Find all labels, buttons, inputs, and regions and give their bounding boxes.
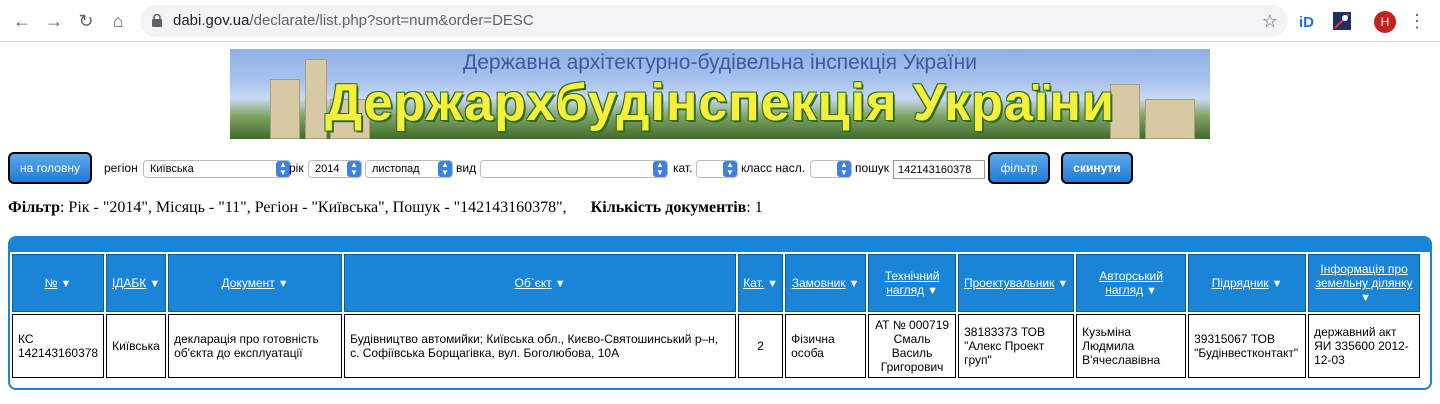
col-header-contractor[interactable]: Підрядник ▼ xyxy=(1188,254,1307,312)
cell-object: Будівництво автомийки; Київська обл., Ки… xyxy=(344,314,737,378)
document-count-value: : 1 xyxy=(746,199,763,216)
forward-icon[interactable]: → xyxy=(42,9,66,33)
select-arrow-icon: ▲ ▼ xyxy=(438,161,452,177)
col-header-designer[interactable]: Проектувальник ▼ xyxy=(958,254,1075,312)
sort-arrow-icon: ▼ xyxy=(848,278,860,290)
bookmark-star-icon[interactable]: ☆ xyxy=(1262,5,1278,37)
col-header-number[interactable]: № ▼ xyxy=(12,254,105,312)
sort-arrow-icon: ▼ xyxy=(277,278,289,290)
col-header-category[interactable]: Кат. ▼ xyxy=(738,254,784,312)
cell-designer: 38183373 ТОВ "Алекс Проект груп" xyxy=(958,314,1075,378)
sort-arrow-icon: ▼ xyxy=(149,278,161,290)
home-icon[interactable]: ⌂ xyxy=(106,9,130,33)
filter-summary: Фільтр: Рік - "2014", Місяць - "11", Рег… xyxy=(8,199,763,217)
menu-kebab-icon[interactable]: ⋮ xyxy=(1408,9,1426,33)
search-label: пошук xyxy=(855,161,890,175)
select-arrow-icon: ▲ ▼ xyxy=(653,161,667,177)
address-bar[interactable]: dabi.gov.ua/declarate/list.php?sort=num&… xyxy=(140,5,1288,37)
cell-author-supervision: Кузьміна Людмила В'ячеславівна xyxy=(1076,314,1187,378)
month-select[interactable]: листопад ▲ ▼ xyxy=(365,160,453,178)
cell-contractor: 39315067 ТОВ "Будінвестконтакт" xyxy=(1188,314,1307,378)
cell-idabk: Київська xyxy=(106,314,167,378)
cell-number: КС 142143160378 xyxy=(12,314,105,378)
lock-icon xyxy=(152,14,162,27)
col-header-technical-supervision[interactable]: Технічний нагляд ▼ xyxy=(868,254,957,312)
url-text: dabi.gov.ua/declarate/list.php?sort=num&… xyxy=(173,12,534,29)
cell-category: 2 xyxy=(738,314,784,378)
results-table: № ▼ ІДАБК ▼ Документ ▼ Об`єкт ▼ Кат. ▼ Замовн… xyxy=(10,252,1422,380)
class-label: класс насл. xyxy=(741,161,806,175)
year-label: рік xyxy=(289,161,304,175)
home-button[interactable]: на головну xyxy=(8,152,92,184)
sort-arrow-icon: ▼ xyxy=(1146,285,1157,297)
region-select[interactable]: Київська ▲ ▼ xyxy=(143,160,291,178)
category-label: кат. xyxy=(673,161,693,175)
filter-form: на головну регіон Київська ▲ ▼ рік 2014 ▲… xyxy=(8,152,1438,186)
browser-toolbar: ← → ↻ ⌂ dabi.gov.ua/declarate/list.php?s… xyxy=(0,0,1440,42)
select-arrow-icon: ▲ ▼ xyxy=(837,161,851,177)
col-header-customer[interactable]: Замовник ▼ xyxy=(785,254,867,312)
col-header-land-info[interactable]: Інформація про земельну ділянку▼ xyxy=(1308,254,1421,312)
svg-text:iD: iD xyxy=(1299,14,1314,31)
col-header-document[interactable]: Документ ▼ xyxy=(168,254,343,312)
category-select[interactable]: ▲ ▼ xyxy=(696,160,738,178)
reload-icon[interactable]: ↻ xyxy=(74,9,98,33)
year-select[interactable]: 2014 ▲ ▼ xyxy=(308,160,362,178)
sort-arrow-icon: ▼ xyxy=(767,278,778,290)
table-top-bar xyxy=(10,238,1430,252)
reset-button[interactable]: скинути xyxy=(1061,152,1133,184)
site-banner: Державна архітектурно-будівельна інспекц… xyxy=(230,49,1210,139)
banner-title: Держархбудінспекція України xyxy=(325,74,1115,132)
table-header-row: № ▼ ІДАБК ▼ Документ ▼ Об`єкт ▼ Кат. ▼ Замовн… xyxy=(12,254,1421,312)
kind-select[interactable]: ▲ ▼ xyxy=(480,160,668,178)
filter-summary-text: : Рік - "2014", Місяць - "11", Регіон - … xyxy=(59,199,567,216)
select-arrow-icon: ▲ ▼ xyxy=(723,161,737,177)
sort-arrow-icon: ▼ xyxy=(1057,278,1069,290)
results-table-container: № ▼ ІДАБК ▼ Документ ▼ Об`єкт ▼ Кат. ▼ Замовн… xyxy=(8,236,1432,390)
sort-arrow-icon: ▼ xyxy=(1271,278,1283,290)
document-count-label: Кількість документів xyxy=(590,199,747,216)
sort-arrow-icon: ▼ xyxy=(554,278,566,290)
filter-button[interactable]: фільтр xyxy=(988,152,1050,184)
profile-avatar[interactable]: Н xyxy=(1374,11,1396,33)
class-select[interactable]: ▲ ▼ xyxy=(810,160,852,178)
cell-technical-supervision: АТ № 000719 Смаль Василь Григорович xyxy=(868,314,957,378)
kind-label: вид xyxy=(456,161,477,175)
extension-icon[interactable] xyxy=(1332,11,1352,31)
banner-subtitle: Державна архітектурно-будівельна інспекц… xyxy=(463,51,977,74)
filter-summary-label: Фільтр xyxy=(8,199,60,216)
sort-arrow-icon: ▼ xyxy=(60,278,72,290)
sort-arrow-icon: ▼ xyxy=(927,285,938,297)
table-row: КС 142143160378 Київська декларація про … xyxy=(12,314,1421,378)
cell-land-info: державний акт ЯИ 335600 2012-12-03 xyxy=(1308,314,1421,378)
cell-document: декларація про готовність об'єкта до екс… xyxy=(168,314,343,378)
cell-customer: Фізична особа xyxy=(785,314,867,378)
col-header-object[interactable]: Об`єкт ▼ xyxy=(344,254,737,312)
col-header-author-supervision[interactable]: Авторський нагляд ▼ xyxy=(1076,254,1187,312)
sort-arrow-icon: ▼ xyxy=(1360,292,1372,304)
col-header-idabk[interactable]: ІДАБК ▼ xyxy=(106,254,167,312)
region-label: регіон xyxy=(104,161,138,175)
search-input[interactable] xyxy=(893,160,985,179)
extension-id-icon[interactable]: iD xyxy=(1298,11,1318,31)
select-arrow-icon: ▲ ▼ xyxy=(276,161,290,177)
select-arrow-icon: ▲ ▼ xyxy=(347,161,361,177)
back-icon[interactable]: ← xyxy=(10,9,34,33)
